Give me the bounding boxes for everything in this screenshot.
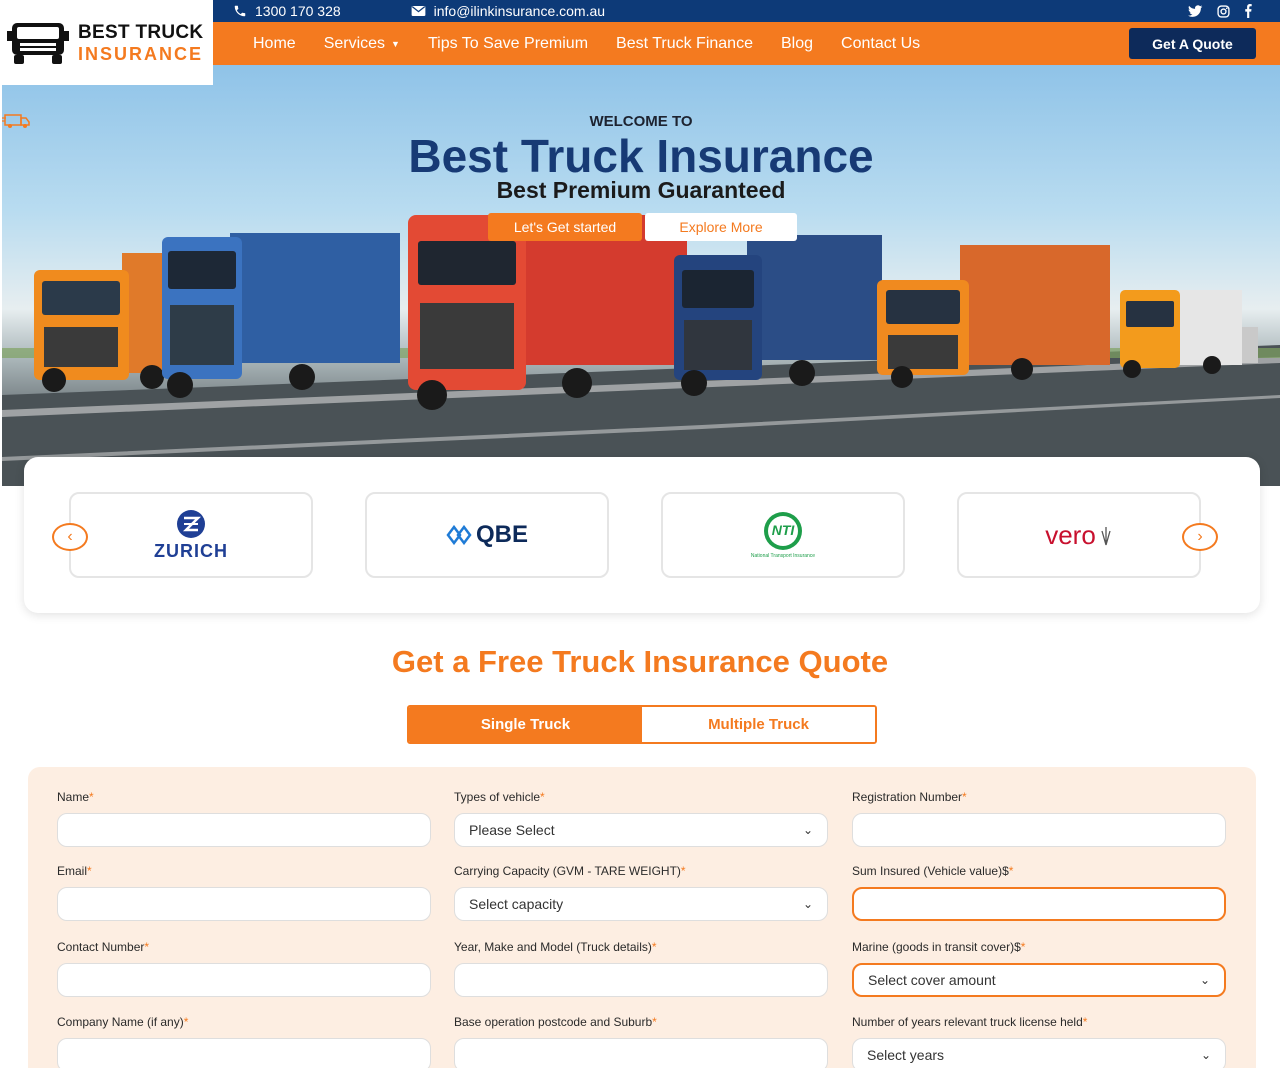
main-navigation: Home Services ▼ Tips To Save Premium Bes… bbox=[213, 22, 1280, 65]
company-input[interactable] bbox=[57, 1038, 431, 1068]
top-contact-bar: 1300 170 328 info@ilinkinsurance.com.au bbox=[213, 0, 1280, 22]
facebook-icon[interactable] bbox=[1244, 4, 1252, 18]
caret-down-icon: ▼ bbox=[391, 38, 400, 49]
phone-link[interactable]: 1300 170 328 bbox=[233, 3, 341, 19]
partner-card-vero[interactable]: vero bbox=[957, 492, 1201, 578]
twitter-icon[interactable] bbox=[1188, 4, 1203, 18]
nav-finance[interactable]: Best Truck Finance bbox=[616, 35, 753, 53]
partner-name-vero: vero bbox=[1045, 519, 1096, 550]
capacity-label: Carrying Capacity (GVM - TARE WEIGHT)* bbox=[454, 864, 686, 878]
contact-label: Contact Number* bbox=[57, 940, 150, 954]
company-label: Company Name (if any)* bbox=[57, 1015, 189, 1029]
chevron-left-icon: ‹ bbox=[67, 528, 73, 545]
nav-blog[interactable]: Blog bbox=[781, 35, 813, 53]
lets-get-started-button[interactable]: Let's Get started bbox=[488, 213, 642, 241]
email-label: Email* bbox=[57, 864, 92, 878]
license-years-select[interactable]: Select years ⌄ bbox=[852, 1038, 1226, 1068]
sum-insured-input[interactable] bbox=[852, 887, 1226, 921]
partner-name-zurich: ZURICH bbox=[154, 540, 228, 561]
site-logo[interactable]: BEST TRUCK INSURANCE bbox=[0, 0, 213, 85]
tab-multiple-truck[interactable]: Multiple Truck bbox=[642, 707, 875, 742]
vero-logo-icon bbox=[1101, 527, 1111, 546]
capacity-select[interactable]: Select capacity ⌄ bbox=[454, 887, 828, 921]
nav-contact[interactable]: Contact Us bbox=[841, 35, 920, 53]
social-links bbox=[1188, 4, 1252, 18]
name-label: Name* bbox=[57, 790, 94, 804]
email-address: info@ilinkinsurance.com.au bbox=[433, 3, 606, 19]
qbe-logo-icon bbox=[446, 525, 472, 545]
marine-value: Select cover amount bbox=[868, 972, 996, 988]
registration-label: Registration Number* bbox=[852, 790, 967, 804]
email-input[interactable] bbox=[57, 887, 431, 921]
chevron-right-icon: › bbox=[1197, 528, 1203, 545]
hero-title: Best Truck Insurance bbox=[408, 130, 874, 182]
welcome-text: WELCOME TO bbox=[589, 113, 693, 130]
welcome-heading: WELCOME TO bbox=[2, 113, 1280, 130]
carousel-prev-button[interactable]: ‹ bbox=[52, 523, 88, 551]
chevron-down-icon: ⌄ bbox=[802, 897, 813, 911]
truck-logo-icon bbox=[7, 22, 69, 64]
mail-icon bbox=[411, 6, 426, 16]
partner-name-qbe: QBE bbox=[475, 521, 528, 548]
partner-card-qbe[interactable]: QBE bbox=[365, 492, 609, 578]
insurer-partners-carousel: ‹ ZURICH QBE NTI National Transport Insu… bbox=[24, 457, 1260, 613]
logo-text-line2: INSURANCE bbox=[78, 43, 204, 64]
phone-icon bbox=[234, 5, 246, 17]
contact-input[interactable] bbox=[57, 963, 431, 997]
chevron-down-icon: ⌄ bbox=[1199, 973, 1210, 987]
quote-form: Name* Types of vehicle* Please Select ⌄ … bbox=[28, 767, 1256, 1068]
vehicle-type-value: Please Select bbox=[469, 822, 555, 838]
quote-section-title: Get a Free Truck Insurance Quote bbox=[391, 644, 889, 679]
truck-details-label: Year, Make and Model (Truck details)* bbox=[454, 940, 657, 954]
postcode-label: Base operation postcode and Suburb* bbox=[454, 1015, 657, 1029]
chevron-down-icon: ⌄ bbox=[1200, 1048, 1211, 1062]
partner-name-nti: NTI bbox=[771, 522, 795, 538]
sum-insured-label: Sum Insured (Vehicle value)$* bbox=[852, 864, 1014, 878]
hero-banner: WELCOME TO Best Truck Insurance Best Pre… bbox=[2, 65, 1280, 486]
chevron-down-icon: ⌄ bbox=[802, 823, 813, 837]
vehicle-type-label: Types of vehicle* bbox=[454, 790, 545, 804]
delivery-truck-icon bbox=[2, 114, 30, 128]
logo-text-line1: BEST TRUCK bbox=[78, 21, 204, 43]
registration-input[interactable] bbox=[852, 813, 1226, 847]
phone-number: 1300 170 328 bbox=[255, 3, 341, 19]
license-years-label: Number of years relevant truck license h… bbox=[852, 1015, 1088, 1029]
partner-card-zurich[interactable]: ZURICH bbox=[69, 492, 313, 578]
capacity-value: Select capacity bbox=[469, 896, 564, 912]
tab-single-truck[interactable]: Single Truck bbox=[409, 707, 642, 742]
vehicle-type-select[interactable]: Please Select ⌄ bbox=[454, 813, 828, 847]
hero-subtitle: Best Premium Guaranteed bbox=[496, 177, 786, 203]
truck-details-input[interactable] bbox=[454, 963, 828, 997]
carousel-next-button[interactable]: › bbox=[1182, 523, 1218, 551]
name-input[interactable] bbox=[57, 813, 431, 847]
get-quote-button[interactable]: Get A Quote bbox=[1129, 28, 1256, 59]
marine-label: Marine (goods in transit cover)$* bbox=[852, 940, 1026, 954]
nav-services[interactable]: Services ▼ bbox=[324, 35, 400, 53]
nav-tips[interactable]: Tips To Save Premium bbox=[428, 35, 588, 53]
partner-subtitle-nti: National Transport Insurance bbox=[750, 553, 816, 559]
marine-select[interactable]: Select cover amount ⌄ bbox=[852, 963, 1226, 997]
email-link[interactable]: info@ilinkinsurance.com.au bbox=[411, 3, 605, 19]
partner-card-nti[interactable]: NTI National Transport Insurance bbox=[661, 492, 905, 578]
truck-type-tabs: Single Truck Multiple Truck bbox=[407, 705, 877, 744]
nav-services-label: Services bbox=[323, 34, 386, 52]
postcode-input[interactable] bbox=[454, 1038, 828, 1068]
license-years-value: Select years bbox=[867, 1047, 945, 1063]
zurich-logo-icon bbox=[177, 509, 205, 538]
instagram-icon[interactable] bbox=[1217, 4, 1230, 18]
nav-home[interactable]: Home bbox=[253, 35, 296, 53]
explore-more-button[interactable]: Explore More bbox=[645, 213, 797, 241]
